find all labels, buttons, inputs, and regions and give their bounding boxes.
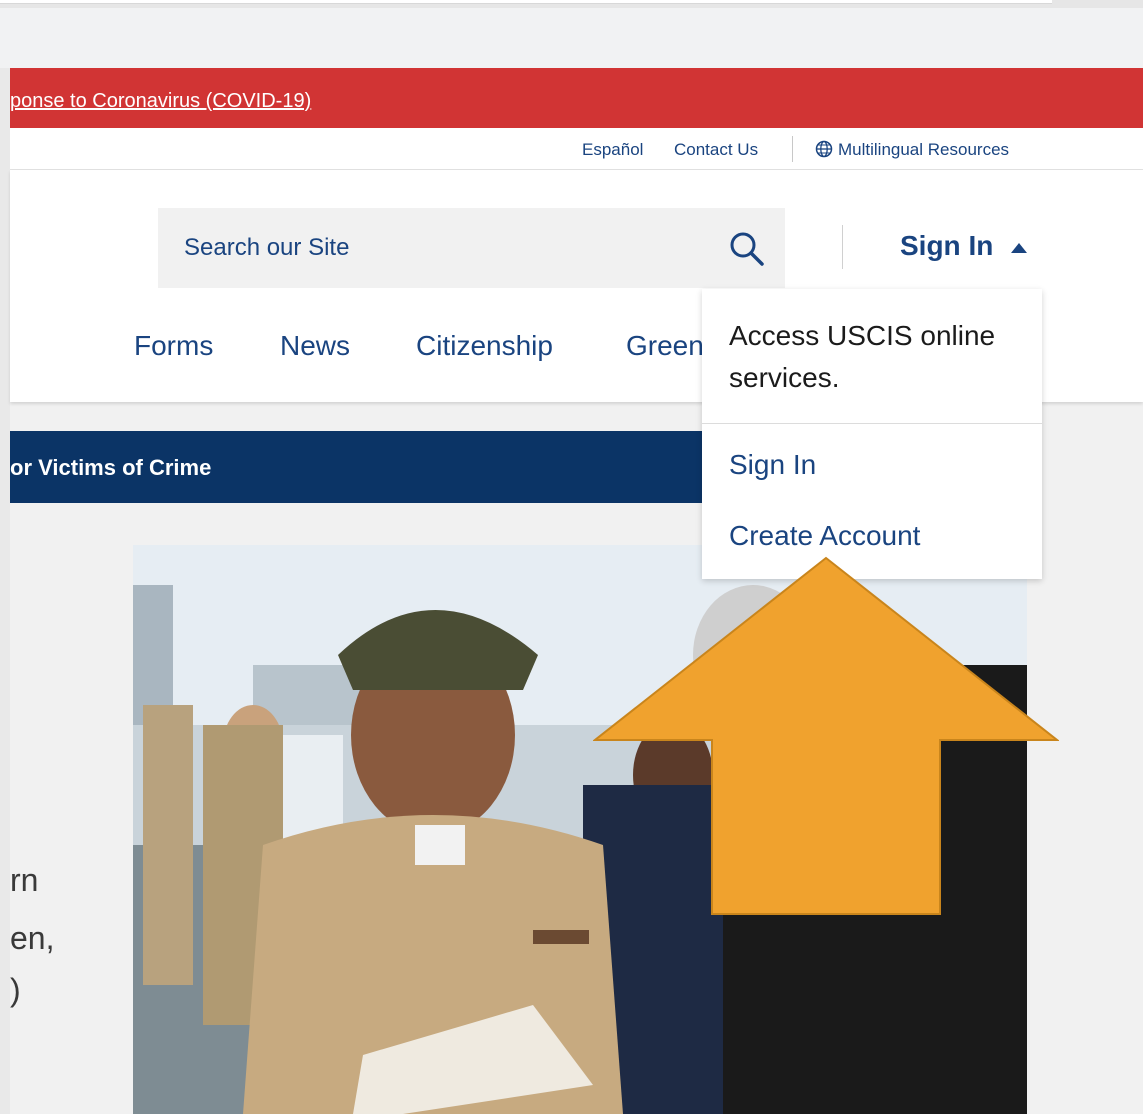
sign-in-dropdown: Access USCIS online services. Sign In Cr… — [702, 289, 1042, 579]
utility-nav: Español Contact Us Multilingual Resource… — [10, 128, 1143, 170]
utility-separator — [792, 136, 793, 162]
dropdown-sign-in-link[interactable]: Sign In — [729, 449, 816, 481]
dropdown-description: Access USCIS online services. — [729, 320, 996, 393]
browser-top-bar — [0, 0, 1143, 8]
espanol-link[interactable]: Español — [582, 140, 643, 160]
caret-up-icon[interactable] — [1010, 242, 1028, 254]
search-box — [158, 208, 785, 288]
header-separator — [842, 225, 843, 269]
body-text-fragment-1: rn — [10, 862, 39, 898]
dropdown-divider — [702, 423, 1042, 424]
covid-alert-link[interactable]: ponse to Coronavirus (COVID-19) — [10, 90, 311, 113]
nav-forms[interactable]: Forms — [134, 330, 213, 362]
covid-alert-bar: ponse to Coronavirus (COVID-19) — [10, 68, 1143, 128]
page-left-edge — [0, 68, 10, 1114]
nav-green-card[interactable]: Green — [626, 330, 704, 362]
body-text-fragment-3: ) — [10, 972, 21, 1008]
nav-citizenship[interactable]: Citizenship — [416, 330, 553, 362]
search-input[interactable] — [158, 208, 698, 288]
top-gray-strip — [0, 8, 1143, 68]
banner-text: or Victims of Crime — [10, 455, 212, 480]
sign-in-toggle-button[interactable]: Sign In — [900, 230, 993, 266]
globe-icon — [815, 140, 833, 158]
up-arrow-annotation — [593, 556, 1059, 915]
search-icon[interactable] — [728, 230, 766, 268]
nav-news[interactable]: News — [280, 330, 350, 362]
contact-us-link[interactable]: Contact Us — [674, 140, 758, 160]
victims-of-crime-banner[interactable]: or Victims of Crime — [10, 431, 702, 503]
multilingual-resources-link[interactable]: Multilingual Resources — [838, 140, 1009, 160]
browser-scroll-strip — [0, 0, 1052, 4]
create-account-link[interactable]: Create Account — [729, 520, 920, 552]
body-text-fragment-2: en, — [10, 920, 55, 956]
